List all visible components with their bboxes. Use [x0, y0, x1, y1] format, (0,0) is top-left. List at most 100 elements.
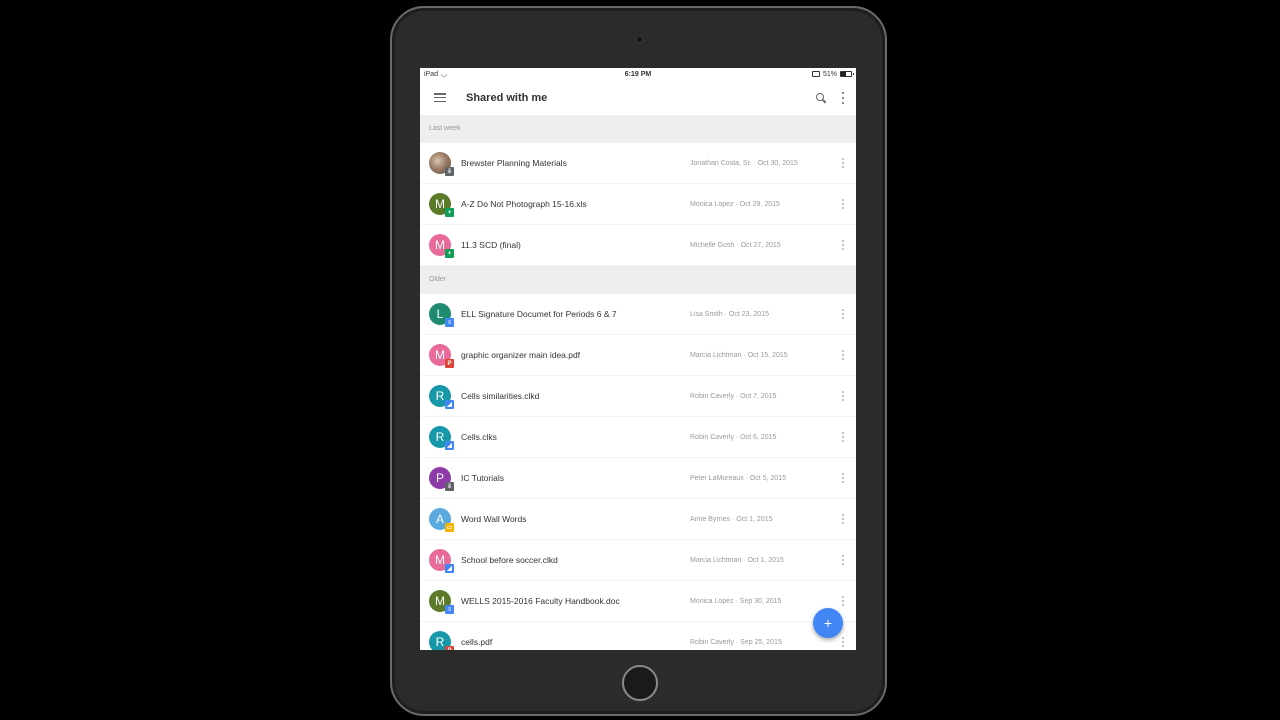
more-vert-icon[interactable] — [840, 391, 846, 401]
device-label: iPad — [424, 70, 439, 78]
file-owner-date: Lisa Smith · Oct 23, 2015 — [690, 310, 769, 318]
sheets-file-type-icon: + — [445, 208, 454, 217]
more-vert-icon[interactable] — [840, 240, 846, 250]
avatar-initial: M — [435, 553, 445, 567]
airplay-icon — [811, 71, 820, 77]
file-name: Cells.clks — [461, 432, 497, 442]
app-file-type-icon: ◢ — [445, 441, 454, 450]
avatar-initial: M — [435, 594, 445, 608]
file-row[interactable]: M +11.3 SCD (final) Michelle Gosh · Oct 27… — [420, 225, 856, 266]
file-name: WELLS 2015-2016 Faculty Handbook.doc — [461, 596, 620, 606]
wifi-icon: ◡ — [441, 71, 448, 78]
owner-avatar: M + — [429, 193, 454, 217]
app-bar: Shared with me — [420, 80, 856, 115]
section-header: Last week — [420, 115, 856, 143]
owner-avatar: M ◢ — [429, 549, 454, 573]
status-bar: iPad ◡ 6:19 PM 51% — [420, 68, 856, 80]
avatar-initial: M — [435, 348, 445, 362]
file-owner-date: Robin Caverly · Sep 25, 2015 — [690, 638, 782, 646]
owner-avatar: M + — [429, 234, 454, 258]
owner-avatar: P ⇩ — [429, 467, 454, 491]
clock: 6:19 PM — [624, 70, 652, 78]
new-button[interactable]: + — [813, 608, 843, 638]
file-row[interactable]: A ▭ Word Wall Words Anne Byrnes · Oct 1, 20… — [420, 499, 856, 540]
file-row[interactable]: ⇩ Brewster Planning Materials Jonathan Cos… — [420, 143, 856, 184]
app-file-type-icon: ◢ — [445, 400, 454, 409]
file-name: cells.pdf — [461, 637, 493, 647]
file-name: ELL Signature Documet for Periods 6 & 7 — [461, 309, 617, 319]
more-vert-icon[interactable] — [840, 637, 846, 647]
more-vert-icon[interactable] — [840, 199, 846, 209]
avatar-initial: M — [435, 197, 445, 211]
avatar-initial: P — [435, 471, 444, 485]
file-row[interactable]: M + A-Z Do Not Photograph 15-16.xls Monica … — [420, 184, 856, 225]
more-vert-icon[interactable] — [840, 91, 846, 104]
more-vert-icon[interactable] — [840, 514, 846, 524]
owner-avatar: R ◢ — [429, 426, 454, 450]
file-name: Word Wall Words — [461, 514, 527, 524]
owner-avatar: ⇩ — [429, 152, 454, 176]
sheets-file-type-icon: + — [445, 249, 454, 258]
avatar-initial: R — [435, 430, 445, 444]
avatar-initial: M — [435, 238, 445, 252]
docs-file-type-icon: ≡ — [445, 318, 454, 327]
more-vert-icon[interactable] — [840, 309, 846, 319]
file-name: A-Z Do Not Photograph 15-16.xls — [461, 199, 587, 209]
hamburger-menu-icon[interactable] — [434, 93, 446, 102]
file-owner-date: Jonathan Costa, Sr. · Oct 30, 2015 — [690, 159, 798, 167]
avatar-initial: R — [435, 635, 445, 649]
shared-folder-file-type-icon: ⇩ — [445, 167, 454, 176]
avatar-initial: A — [435, 512, 444, 526]
more-vert-icon[interactable] — [840, 350, 846, 360]
more-vert-icon[interactable] — [840, 555, 846, 565]
more-vert-icon[interactable] — [840, 158, 846, 168]
search-icon[interactable] — [814, 91, 828, 105]
owner-avatar: M ≡ — [429, 590, 454, 614]
file-name: IC Tutorials — [461, 473, 504, 483]
docs-file-type-icon: ≡ — [445, 605, 454, 614]
file-owner-date: Anne Byrnes · Oct 1, 2015 — [690, 515, 773, 523]
avatar-initial: R — [435, 389, 445, 403]
owner-avatar: L ≡ — [429, 303, 454, 327]
file-name: Brewster Planning Materials — [461, 158, 567, 168]
page-title: Shared with me — [466, 91, 548, 104]
avatar-initial: L — [436, 307, 444, 321]
more-vert-icon[interactable] — [840, 473, 846, 483]
file-row[interactable]: R ◢ Cells.clks Robin Caverly · Oct 6, 2015 — [420, 417, 856, 458]
file-owner-date: Marcia Lichtman · Oct 15, 2015 — [690, 351, 788, 359]
file-name: Cells similarities.clkd — [461, 391, 540, 401]
file-owner-date: Michelle Gosh · Oct 27, 2015 — [690, 241, 781, 249]
file-owner-date: Monica Lopez · Oct 29, 2015 — [690, 200, 780, 208]
app-file-type-icon: ◢ — [445, 564, 454, 573]
home-button[interactable] — [622, 665, 658, 701]
file-name: School before soccer.clkd — [461, 555, 558, 565]
file-row[interactable]: M ≡ WELLS 2015-2016 Faculty Handbook.doc Mo… — [420, 581, 856, 622]
owner-avatar: R ◢ — [429, 385, 454, 409]
file-row[interactable]: RPcells.pdfRobin Caverly · Sep 25, 2015 — [420, 622, 856, 650]
pdf-file-type-icon: P — [445, 646, 454, 650]
owner-avatar: A ▭ — [429, 508, 454, 532]
owner-avatar: RP — [429, 631, 454, 650]
more-vert-icon[interactable] — [840, 432, 846, 442]
file-owner-date: Monica Lopez · Sep 30, 2015 — [690, 597, 782, 605]
front-camera — [636, 36, 643, 43]
plus-icon: + — [823, 615, 833, 631]
file-row[interactable]: P ⇩ IC Tutorials Peter LaMoreaux · Oct 5, 2… — [420, 458, 856, 499]
file-owner-date: Robin Caverly · Oct 7, 2015 — [690, 392, 777, 400]
file-list: Last week ⇩ Brewster Planning Materials Jon… — [420, 115, 856, 650]
pdf-file-type-icon: P — [445, 359, 454, 368]
section-header: Older — [420, 266, 856, 294]
file-owner-date: Robin Caverly · Oct 6, 2015 — [690, 433, 777, 441]
screen: iPad ◡ 6:19 PM 51% Shared with me Last w… — [420, 68, 856, 650]
battery-percent: 51% — [822, 70, 837, 78]
file-owner-date: Marcia Lichtman · Oct 1, 2015 — [690, 556, 784, 564]
file-row[interactable]: R ◢ Cells similarities.clkd Robin Caverly ·… — [420, 376, 856, 417]
file-row[interactable]: M ◢ School before soccer.clkd Marcia Lichtm… — [420, 540, 856, 581]
file-row[interactable]: L ≡ ELL Signature Documet for Periods 6 & … — [420, 294, 856, 335]
more-vert-icon[interactable] — [840, 596, 846, 606]
file-name: 11.3 SCD (final) — [461, 240, 521, 250]
file-row[interactable]: M Pgraphic organizer main idea.pdf Marcia … — [420, 335, 856, 376]
slides-file-type-icon: ▭ — [445, 523, 454, 532]
file-owner-date: Peter LaMoreaux · Oct 5, 2015 — [690, 474, 787, 482]
file-name: graphic organizer main idea.pdf — [461, 350, 581, 360]
